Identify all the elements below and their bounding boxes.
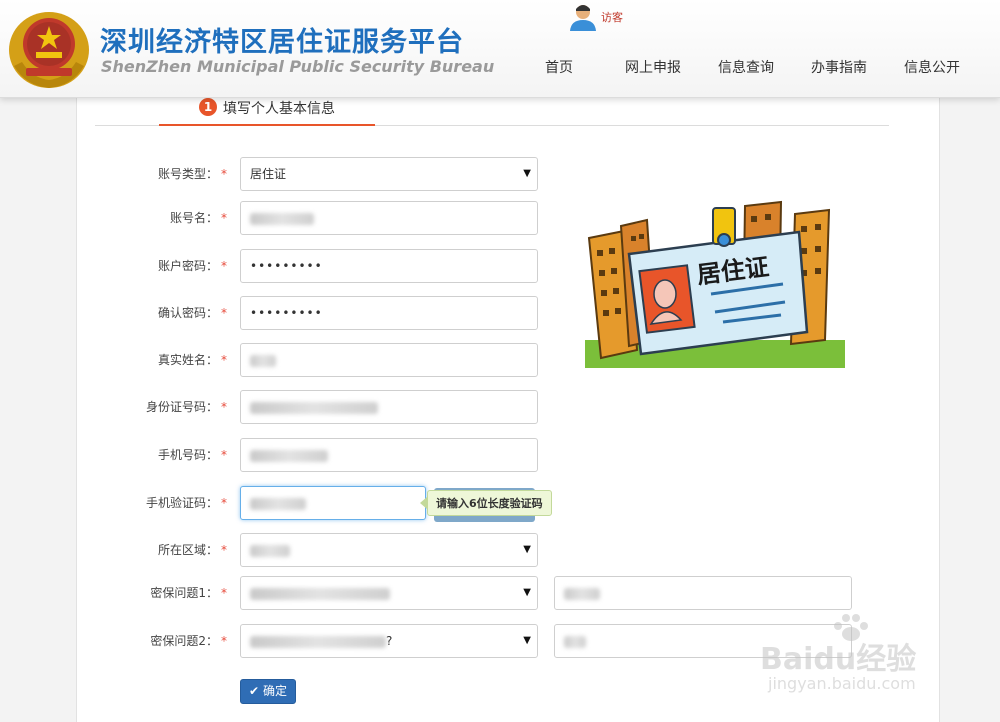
- label-confirm-password: 确认密码：: [157, 306, 218, 320]
- label-region: 所在区域：: [157, 543, 218, 557]
- row-region: 所在区域： * ▼: [77, 533, 877, 567]
- nav-info-public[interactable]: 信息公开: [904, 57, 960, 77]
- residence-card-illustration: 居住证: [585, 200, 845, 368]
- submit-button[interactable]: ✔ 确定: [240, 679, 296, 704]
- nav-guide[interactable]: 办事指南: [811, 57, 867, 77]
- check-icon: ✔: [249, 684, 260, 698]
- sms-code-tooltip: 请输入6位长度验证码: [427, 490, 552, 516]
- label-sms-code: 手机验证码：: [145, 496, 218, 510]
- label-account-name: 账号名：: [169, 211, 218, 225]
- label-id-number: 身份证号码：: [145, 400, 218, 414]
- step-bar: 1 填写个人基本信息: [95, 98, 889, 126]
- label-password: 账户密码：: [157, 259, 218, 273]
- row-phone: 手机号码： *: [77, 438, 877, 472]
- site-subtitle: ShenZhen Municipal Public Security Burea…: [101, 57, 495, 76]
- security-q2-select[interactable]: ? ▼: [240, 624, 538, 658]
- row-account-type: 账号类型： * 居住证 ▼: [77, 157, 877, 191]
- baidu-watermark: Baidu经验 jingyan.baidu.com: [760, 612, 950, 702]
- police-emblem-icon: [9, 12, 89, 88]
- site-title: 深圳经济特区居住证服务平台: [100, 27, 464, 58]
- row-id-number: 身份证号码： *: [77, 390, 877, 424]
- id-number-input[interactable]: [240, 390, 538, 424]
- label-security-q1: 密保问题1：: [150, 586, 218, 600]
- site-header: 深圳经济特区居住证服务平台 ShenZhen Municipal Public …: [0, 0, 1000, 98]
- watermark-url: jingyan.baidu.com: [768, 674, 916, 693]
- nav-online-apply[interactable]: 网上申报: [625, 57, 681, 77]
- label-real-name: 真实姓名：: [157, 353, 218, 367]
- row-security-q1: 密保问题1： * ▼: [77, 576, 877, 610]
- chevron-down-icon: ▼: [523, 168, 531, 179]
- label-security-q2: 密保问题2：: [150, 634, 218, 648]
- user-box[interactable]: 访客: [567, 3, 623, 31]
- phone-input[interactable]: [240, 438, 538, 472]
- user-avatar-icon: [570, 5, 596, 31]
- account-name-input[interactable]: [240, 201, 538, 235]
- real-name-input[interactable]: [240, 343, 538, 377]
- confirm-password-input[interactable]: •••••••••: [240, 296, 538, 330]
- watermark-brand: Baidu经验: [760, 642, 917, 677]
- account-type-select[interactable]: 居住证 ▼: [240, 157, 538, 191]
- nav-info-query[interactable]: 信息查询: [718, 57, 774, 77]
- tooltip-arrow: [420, 497, 427, 509]
- row-sms-code: 手机验证码： * 请输入6位长度验证码: [77, 486, 877, 522]
- chevron-down-icon: ▼: [523, 587, 531, 598]
- user-label: 访客: [601, 11, 623, 24]
- chevron-down-icon: ▼: [523, 544, 531, 555]
- password-input[interactable]: •••••••••: [240, 249, 538, 283]
- sms-code-input[interactable]: [240, 486, 426, 520]
- security-q1-select[interactable]: ▼: [240, 576, 538, 610]
- step-number: 1: [199, 98, 217, 116]
- label-account-type: 账号类型：: [157, 167, 218, 181]
- row-security-q2: 密保问题2： * ? ▼: [77, 624, 877, 658]
- nav-home[interactable]: 首页: [545, 57, 573, 77]
- step-label: 填写个人基本信息: [223, 101, 335, 117]
- chevron-down-icon: ▼: [523, 635, 531, 646]
- label-phone: 手机号码：: [157, 448, 218, 462]
- security-a1-input[interactable]: [554, 576, 852, 610]
- region-select[interactable]: ▼: [240, 533, 538, 567]
